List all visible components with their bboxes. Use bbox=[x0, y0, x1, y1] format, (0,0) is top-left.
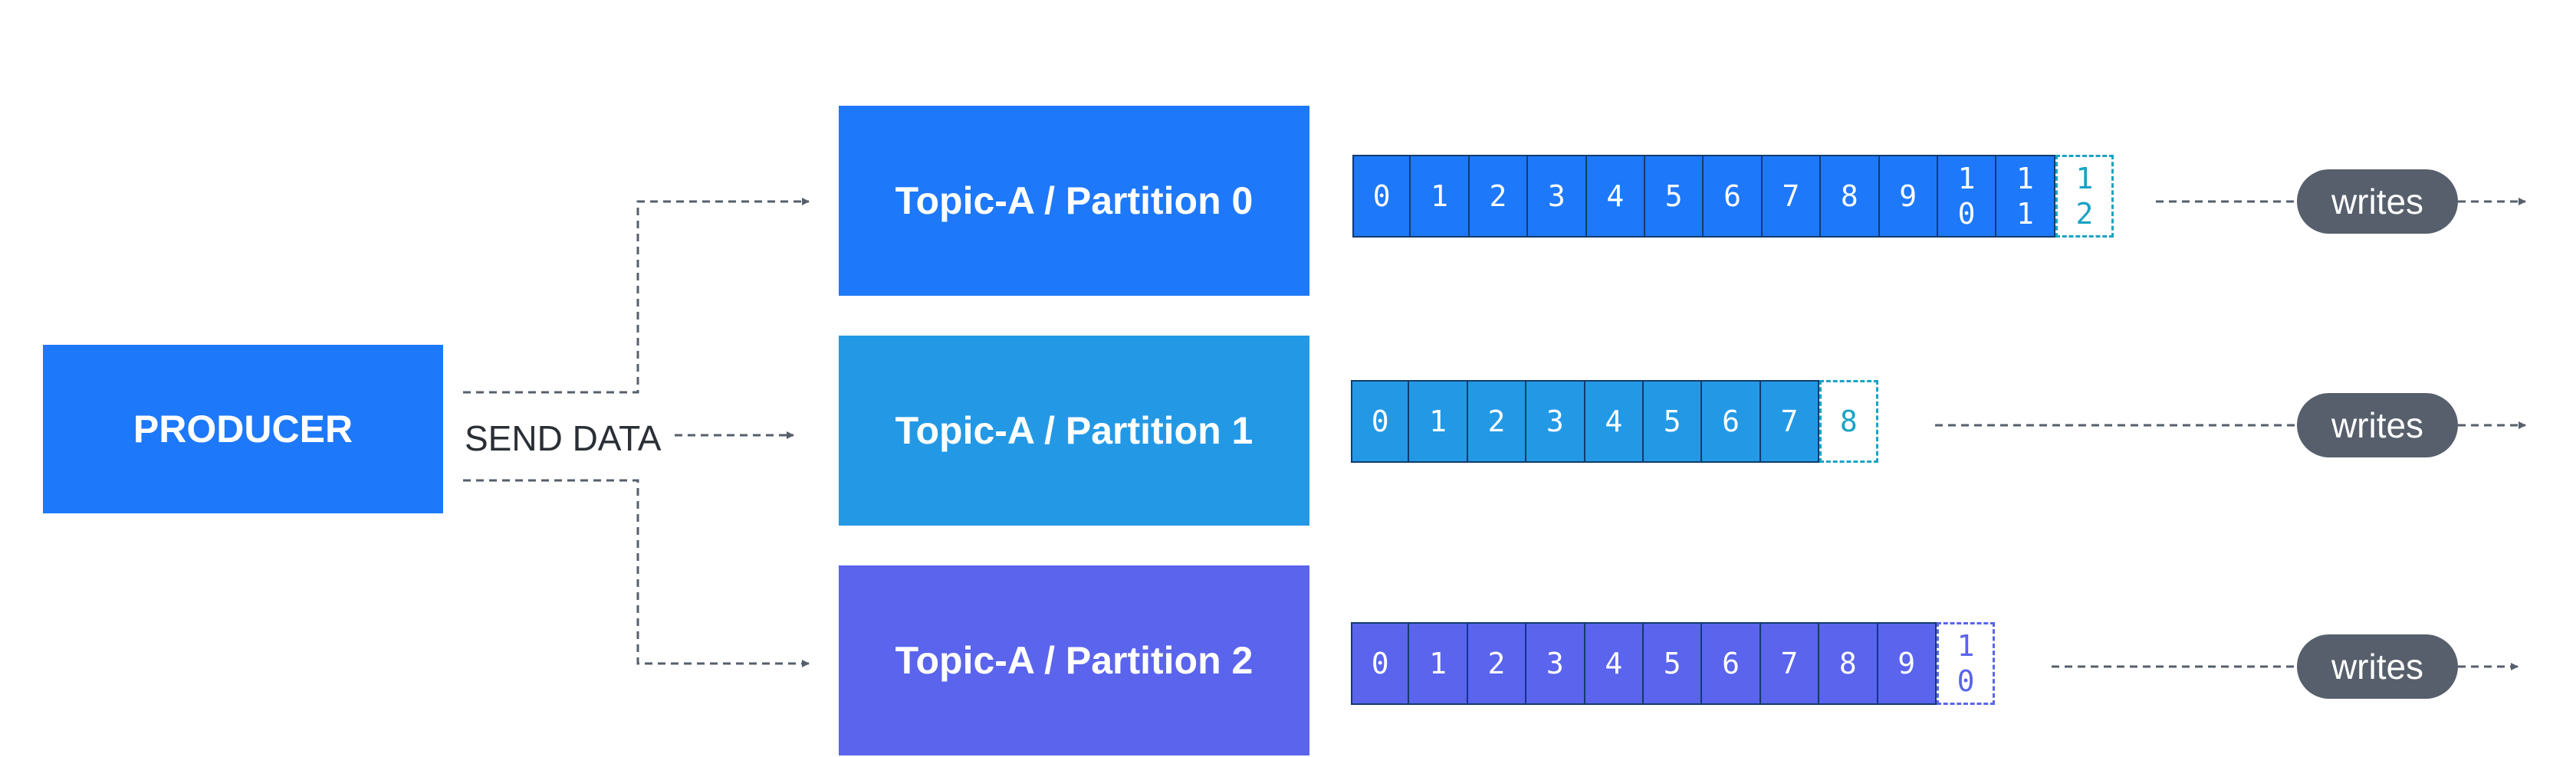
offset-label: 0 bbox=[1371, 405, 1389, 438]
offset-label: 3 bbox=[1547, 179, 1566, 213]
offset-label: 8 bbox=[1838, 647, 1857, 680]
offset-cell: 1 bbox=[1409, 380, 1468, 463]
writes-badge-2: writes bbox=[2297, 634, 2458, 699]
next-offset-label: 1 0 bbox=[1957, 629, 1975, 698]
offset-cell: 7 bbox=[1760, 622, 1820, 705]
offset-cell: 7 bbox=[1760, 380, 1820, 463]
offset-label: 5 bbox=[1663, 405, 1681, 438]
offset-label: 0 bbox=[1372, 179, 1391, 213]
offset-label: 7 bbox=[1780, 647, 1799, 680]
partition-2-box: Topic-A / Partition 2 bbox=[839, 565, 1309, 755]
partition-1-log: 0 1 2 3 4 5 6 7 8 bbox=[1351, 380, 1878, 463]
next-offset-label: 1 2 bbox=[2075, 162, 2094, 231]
offset-label: 2 bbox=[1487, 647, 1506, 680]
offset-label: 5 bbox=[1663, 647, 1681, 680]
offset-label: 1 bbox=[1429, 405, 1447, 438]
offset-cell: 3 bbox=[1526, 622, 1585, 705]
offset-label: 6 bbox=[1722, 647, 1740, 680]
offset-cell: 9 bbox=[1878, 622, 1937, 705]
partition-0-label: Topic-A / Partition 0 bbox=[895, 179, 1254, 222]
offset-cell: 7 bbox=[1762, 155, 1822, 238]
offset-cell: 6 bbox=[1702, 622, 1761, 705]
offset-label: 7 bbox=[1782, 179, 1800, 213]
offset-cell: 2 bbox=[1469, 155, 1529, 238]
offset-cell: 9 bbox=[1879, 155, 1938, 238]
offset-label: 1 1 bbox=[2016, 162, 2034, 231]
next-offset-cell: 1 0 bbox=[1936, 622, 1996, 705]
send-data-label: SEND DATA bbox=[465, 418, 662, 458]
offset-label: 5 bbox=[1664, 179, 1683, 213]
offset-label: 0 bbox=[1371, 647, 1389, 680]
offset-label: 3 bbox=[1546, 405, 1564, 438]
arrow-producer-to-partition-2 bbox=[463, 479, 810, 667]
offset-cell: 0 bbox=[1351, 380, 1410, 463]
offset-label: 6 bbox=[1722, 405, 1740, 438]
offset-cell: 0 bbox=[1351, 622, 1410, 705]
writes-badge-1: writes bbox=[2297, 393, 2458, 457]
offset-label: 6 bbox=[1723, 179, 1741, 213]
offset-cell: 3 bbox=[1526, 380, 1585, 463]
offset-label: 1 bbox=[1429, 647, 1447, 680]
next-offset-cell: 8 bbox=[1819, 380, 1878, 463]
offset-label: 1 0 bbox=[1957, 162, 1976, 231]
offset-cell: 8 bbox=[1821, 155, 1880, 238]
offset-label: 4 bbox=[1605, 647, 1623, 680]
partition-0-box: Topic-A / Partition 0 bbox=[839, 106, 1309, 296]
partition-0-log: 0 1 2 3 4 5 6 7 8 9 1 0 1 1 1 2 bbox=[1352, 155, 2114, 238]
writes-label: writes bbox=[2331, 405, 2424, 445]
offset-cell: 4 bbox=[1585, 380, 1644, 463]
offset-cell: 1 bbox=[1411, 155, 1470, 238]
writes-label: writes bbox=[2331, 647, 2424, 687]
producer-box: PRODUCER bbox=[43, 345, 443, 513]
offset-label: 1 bbox=[1431, 179, 1449, 213]
offset-cell: 4 bbox=[1586, 155, 1645, 238]
writes-badge-0: writes bbox=[2297, 169, 2458, 234]
offset-cell: 1 1 bbox=[1996, 155, 2055, 238]
offset-label: 3 bbox=[1546, 647, 1564, 680]
offset-label: 2 bbox=[1489, 179, 1507, 213]
partition-2-label: Topic-A / Partition 2 bbox=[895, 639, 1254, 682]
arrow-producer-to-partition-0 bbox=[463, 198, 810, 394]
offset-cell: 8 bbox=[1819, 622, 1878, 705]
partition-1-label: Topic-A / Partition 1 bbox=[895, 409, 1254, 452]
offset-cell: 3 bbox=[1528, 155, 1587, 238]
offset-cell: 6 bbox=[1704, 155, 1763, 238]
offset-cell: 2 bbox=[1467, 380, 1527, 463]
writes-label: writes bbox=[2331, 182, 2424, 221]
offset-label: 4 bbox=[1605, 405, 1623, 438]
producer-label: PRODUCER bbox=[133, 408, 353, 451]
offset-label: 9 bbox=[1899, 179, 1917, 213]
offset-cell: 0 bbox=[1352, 155, 1411, 238]
offset-cell: 5 bbox=[1643, 380, 1703, 463]
offset-label: 4 bbox=[1606, 179, 1625, 213]
offset-cell: 1 bbox=[1409, 622, 1468, 705]
offset-label: 8 bbox=[1840, 179, 1858, 213]
offset-cell: 6 bbox=[1702, 380, 1761, 463]
offset-cell: 1 0 bbox=[1937, 155, 1997, 238]
offset-label: 7 bbox=[1780, 405, 1799, 438]
partition-2-log: 0 1 2 3 4 5 6 7 8 9 1 0 bbox=[1351, 622, 1996, 705]
offset-cell: 5 bbox=[1644, 155, 1704, 238]
offset-label: 2 bbox=[1487, 405, 1506, 438]
next-offset-label: 8 bbox=[1839, 405, 1858, 438]
offset-cell: 4 bbox=[1585, 622, 1644, 705]
next-offset-cell: 1 2 bbox=[2055, 155, 2114, 238]
offset-cell: 5 bbox=[1643, 622, 1703, 705]
offset-label: 9 bbox=[1898, 647, 1916, 680]
offset-cell: 2 bbox=[1467, 622, 1527, 705]
partition-1-box: Topic-A / Partition 1 bbox=[839, 336, 1309, 526]
